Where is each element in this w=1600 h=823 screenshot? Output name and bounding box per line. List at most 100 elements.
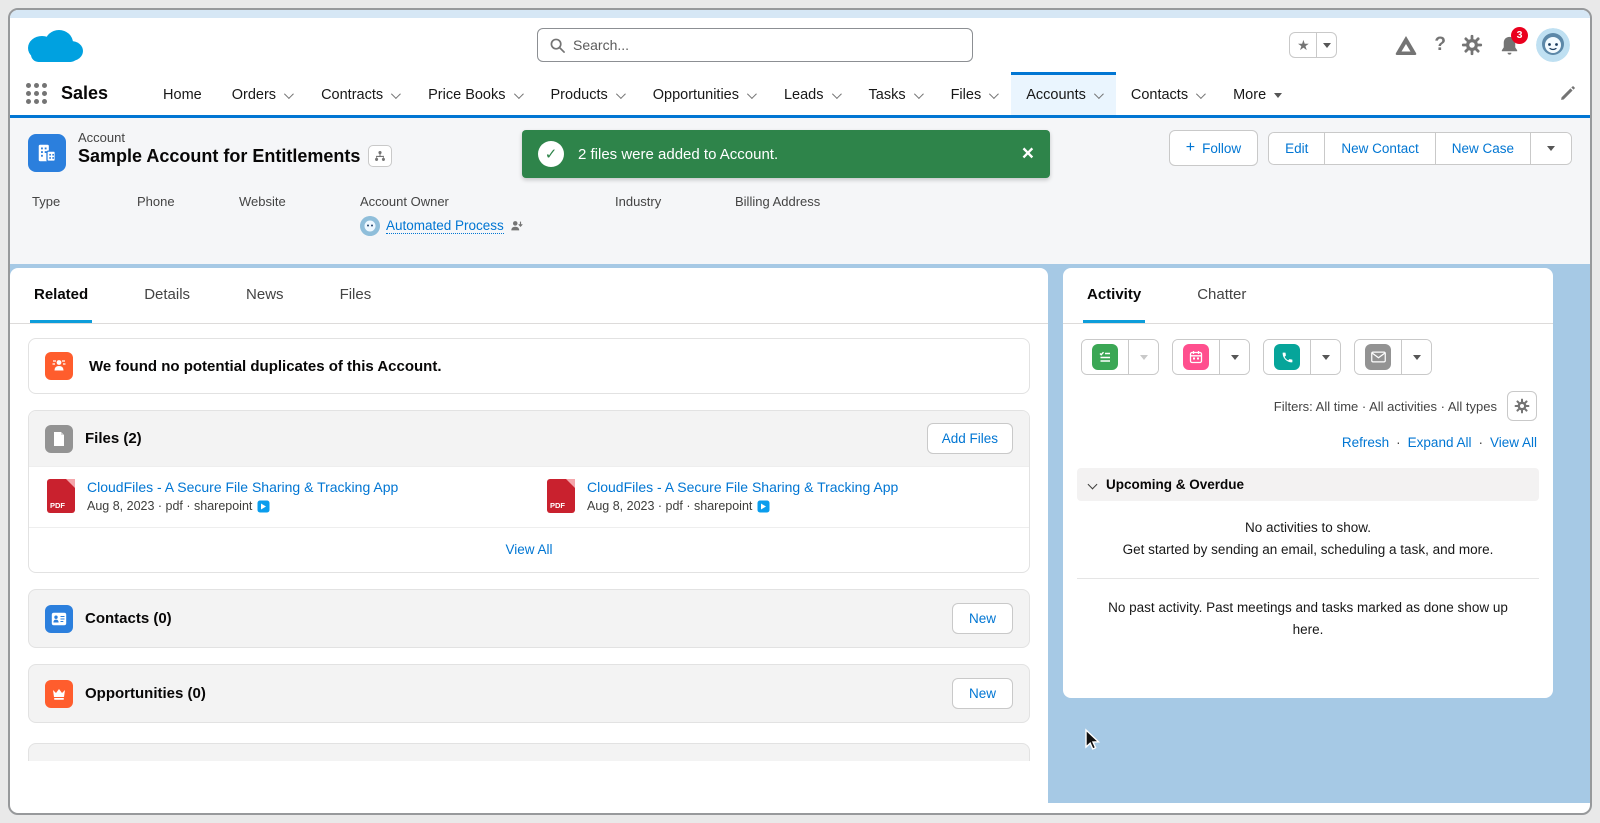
chevron-down-icon [391,89,401,99]
filter-settings-button[interactable] [1507,391,1537,421]
add-files-button[interactable]: Add Files [927,423,1013,454]
trailhead-icon [1393,33,1419,57]
activity-panel: Activity Chatter [1063,268,1553,698]
filters-summary: Filters: All time · All activities · All… [1274,399,1497,414]
tab-related[interactable]: Related [30,268,92,323]
email-dropdown-button[interactable] [1401,340,1431,374]
chevron-down-icon [513,89,523,99]
field-owner-label: Account Owner [360,194,615,209]
log-call-control [1263,339,1341,375]
user-avatar[interactable] [1536,28,1570,62]
files-list-icon [45,425,73,453]
tab-details[interactable]: Details [140,268,194,323]
global-actions-button[interactable] [1352,32,1378,58]
success-toast: ✓ 2 files were added to Account. × [522,130,1050,178]
file-title-link[interactable]: CloudFiles - A Secure File Sharing & Tra… [587,479,898,495]
owner-link[interactable]: Automated Process [386,218,504,234]
field-phone-label: Phone [137,194,239,236]
caret-down-icon [1274,93,1282,98]
files-list-title: Files (2) [85,430,142,447]
toast-close-button[interactable]: × [1022,142,1034,166]
tab-chatter[interactable]: Chatter [1193,268,1250,323]
tab-activity[interactable]: Activity [1083,268,1145,323]
opportunities-related-list: Opportunities (0) New [28,664,1030,723]
new-opportunity-button[interactable]: New [952,678,1013,709]
email-button[interactable] [1355,340,1401,374]
guidance-center-button[interactable] [1393,33,1419,57]
opportunities-list-title: Opportunities (0) [85,685,206,702]
email-control [1354,339,1432,375]
follow-button[interactable]: + Follow [1169,130,1258,166]
chevron-down-icon [1094,89,1104,99]
new-event-button[interactable] [1173,340,1219,374]
close-icon: × [1022,142,1034,165]
new-task-button[interactable] [1082,340,1128,374]
email-icon [1365,344,1391,370]
nav-tab-orders[interactable]: Orders [217,72,306,115]
activity-view-all-link[interactable]: View All [1490,435,1537,450]
nav-tab-accounts[interactable]: Accounts [1011,72,1116,115]
entity-label: Account [78,130,392,145]
setup-button[interactable] [1461,34,1483,56]
account-hierarchy-button[interactable] [368,145,392,167]
change-owner-icon[interactable] [510,219,524,233]
new-case-button[interactable]: New Case [1435,133,1530,164]
favorite-star-button[interactable]: ★ [1290,33,1316,57]
chevron-down-icon [1088,480,1098,490]
record-action-group: Edit New Contact New Case [1268,132,1572,165]
salesforce-logo [22,24,88,68]
event-icon [1183,344,1209,370]
nav-tab-home[interactable]: Home [148,72,217,115]
caret-down-icon [1322,355,1330,360]
expand-all-link[interactable]: Expand All [1408,435,1472,450]
pdf-file-icon: PDF [47,479,75,513]
gear-icon [1514,398,1530,414]
record-actions: + Follow Edit New Contact New Case [1169,130,1572,166]
nav-tab-files[interactable]: Files [936,72,1012,115]
plus-icon: + [1186,139,1195,157]
log-call-button[interactable] [1264,340,1310,374]
next-related-list-partial [28,743,1030,761]
help-button[interactable]: ? [1434,34,1446,56]
chevron-down-icon [831,89,841,99]
edit-nav-pencil-icon[interactable] [1559,85,1576,102]
chevron-down-icon [616,89,626,99]
app-launcher-icon[interactable] [26,83,47,104]
nav-tab-more[interactable]: More [1218,72,1297,115]
event-dropdown-button[interactable] [1219,340,1249,374]
upcoming-overdue-section[interactable]: Upcoming & Overdue [1077,468,1539,501]
nav-tab-contacts[interactable]: Contacts [1116,72,1218,115]
new-contact-list-button[interactable]: New [952,603,1013,634]
duplicates-message: We found no potential duplicates of this… [89,358,442,375]
nav-tab-leads[interactable]: Leads [769,72,854,115]
nav-tab-tasks[interactable]: Tasks [854,72,936,115]
new-contact-button[interactable]: New Contact [1324,133,1434,164]
nav-tab-opportunities[interactable]: Opportunities [638,72,769,115]
nav-tab-products[interactable]: Products [536,72,638,115]
tab-news[interactable]: News [242,268,288,323]
edit-button[interactable]: Edit [1269,133,1324,164]
hierarchy-icon [374,150,386,162]
field-website-label: Website [239,194,360,236]
refresh-link[interactable]: Refresh [1342,435,1389,450]
call-dropdown-button[interactable] [1310,340,1340,374]
files-view-all-link[interactable]: View All [505,542,552,557]
new-task-control [1081,339,1159,375]
nav-tab-price-books[interactable]: Price Books [413,72,535,115]
caret-down-icon [1547,146,1555,151]
nav-tab-contracts[interactable]: Contracts [306,72,413,115]
activity-links: Refresh · Expand All · View All [1063,421,1553,462]
caret-down-icon [1231,355,1239,360]
task-dropdown-button[interactable] [1128,340,1158,374]
nav-tabs: Home Orders Contracts Price Books Produc… [148,72,1297,115]
astro-avatar-icon [1536,28,1570,62]
contacts-list-icon [45,605,73,633]
field-type-label: Type [32,194,137,236]
favorites-dropdown-button[interactable] [1316,33,1336,57]
file-title-link[interactable]: CloudFiles - A Secure File Sharing & Tra… [87,479,398,495]
global-search-input[interactable]: Search... [537,28,973,62]
more-actions-dropdown-button[interactable] [1530,133,1571,164]
activity-composer [1063,324,1553,387]
toast-message: 2 files were added to Account. [578,146,778,163]
tab-files[interactable]: Files [336,268,376,323]
